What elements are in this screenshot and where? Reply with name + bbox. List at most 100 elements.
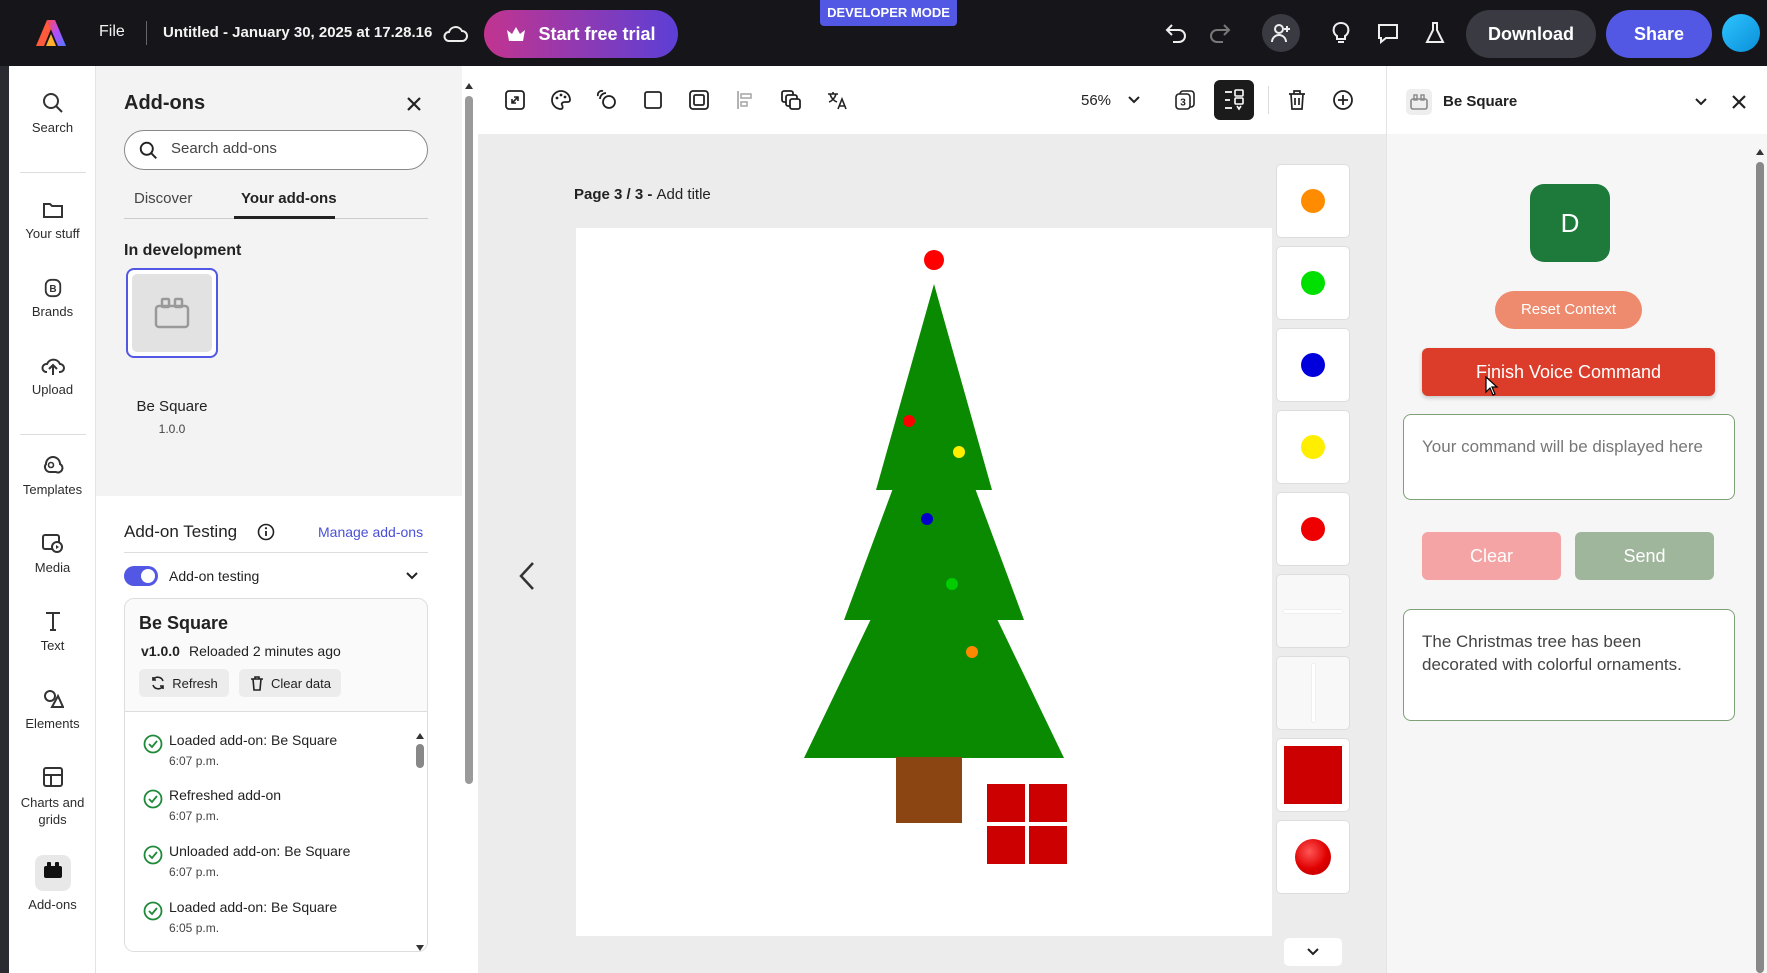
chevron-down-icon[interactable] xyxy=(402,566,422,586)
square-icon[interactable] xyxy=(640,87,666,113)
color-palette-icon[interactable] xyxy=(548,87,574,113)
tab-your-add-ons[interactable]: Your add-ons xyxy=(241,190,337,207)
check-circle-icon xyxy=(143,734,163,754)
divider xyxy=(20,172,86,173)
rail-item-media[interactable]: Media xyxy=(9,532,96,575)
rail-item-text[interactable]: Text xyxy=(9,610,96,653)
tree-top-ornament[interactable] xyxy=(924,250,944,270)
command-placeholder: Your command will be displayed here xyxy=(1422,437,1703,456)
scroll-up-icon xyxy=(465,83,473,89)
christmas-tree-artwork[interactable] xyxy=(576,228,1272,936)
rail-item-upload[interactable]: Upload xyxy=(9,356,96,397)
addons-search-input[interactable]: Search add-ons xyxy=(124,130,428,170)
gift-box[interactable] xyxy=(987,784,1067,864)
share-button[interactable]: Share xyxy=(1606,10,1712,58)
add-page-icon[interactable] xyxy=(1330,87,1356,113)
download-button[interactable]: Download xyxy=(1466,10,1596,58)
rail-item-elements[interactable]: Elements xyxy=(9,688,96,731)
avatar[interactable] xyxy=(1722,14,1760,52)
cloud-icon[interactable] xyxy=(441,20,469,48)
panel-scrollbar[interactable] xyxy=(1754,148,1766,973)
clear-data-button[interactable]: Clear data xyxy=(239,669,341,697)
adobe-logo-icon[interactable] xyxy=(34,17,68,49)
panel-scrollbar[interactable] xyxy=(462,66,476,973)
close-icon[interactable] xyxy=(402,92,426,116)
manage-add-ons-link[interactable]: Manage add-ons xyxy=(318,524,423,540)
layers-icon[interactable] xyxy=(778,87,804,113)
addon-testing-toggle[interactable] xyxy=(124,566,158,586)
shape-horizontal-line[interactable] xyxy=(1276,574,1350,648)
ornament[interactable] xyxy=(953,446,965,458)
flask-icon[interactable] xyxy=(1420,18,1450,48)
ornament[interactable] xyxy=(966,646,978,658)
file-menu[interactable]: File xyxy=(99,23,125,41)
lightbulb-icon[interactable] xyxy=(1326,18,1356,48)
rail-item-search[interactable]: Search xyxy=(9,92,96,135)
refresh-label: Refresh xyxy=(172,675,218,691)
addon-tile-be-square[interactable] xyxy=(126,268,218,358)
rail-item-templates[interactable]: Templates xyxy=(9,454,96,497)
scroll-up-icon xyxy=(1756,149,1764,155)
undo-icon[interactable] xyxy=(1160,18,1190,48)
rail-item-charts-and-grids[interactable]: Charts and grids xyxy=(9,766,96,828)
refresh-button[interactable]: Refresh xyxy=(139,669,229,697)
tab-discover[interactable]: Discover xyxy=(134,190,192,207)
frame-icon[interactable] xyxy=(686,87,712,113)
scrollbar-thumb[interactable] xyxy=(465,96,473,784)
rail-item-your-stuff[interactable]: Your stuff xyxy=(9,200,96,241)
align-icon[interactable] xyxy=(732,87,758,113)
rail-item-add-ons[interactable]: Add-ons xyxy=(9,855,96,912)
previous-page-icon[interactable] xyxy=(512,558,542,594)
add-title-link[interactable]: Add title xyxy=(657,186,711,203)
log-scrollbar[interactable] xyxy=(415,732,425,951)
shape-red-sphere[interactable] xyxy=(1276,820,1350,894)
chevron-down-icon[interactable] xyxy=(1691,92,1711,112)
shape-vertical-line[interactable] xyxy=(1276,656,1350,730)
avatar: D xyxy=(1530,184,1610,262)
tree-tier-bottom[interactable] xyxy=(804,488,1064,758)
close-icon[interactable] xyxy=(1727,90,1751,114)
finish-voice-command-button[interactable]: Finish Voice Command xyxy=(1422,348,1715,396)
layout-adjust-icon[interactable] xyxy=(1214,80,1254,120)
document-title[interactable]: Untitled - January 30, 2025 at 17.28.16 xyxy=(163,24,432,41)
check-circle-icon xyxy=(143,845,163,865)
delete-icon[interactable] xyxy=(1284,87,1310,113)
swatch-green[interactable] xyxy=(1276,246,1350,320)
swatch-blue[interactable] xyxy=(1276,328,1350,402)
design-page[interactable] xyxy=(576,228,1272,936)
rail-label-templates: Templates xyxy=(22,482,83,497)
zoom-level[interactable]: 56% xyxy=(1081,92,1111,109)
scrollbar-thumb[interactable] xyxy=(416,744,424,768)
resize-icon[interactable] xyxy=(502,87,528,113)
translate-icon[interactable] xyxy=(824,87,850,113)
command-display-field[interactable]: Your command will be displayed here xyxy=(1403,414,1735,500)
chevron-down-icon[interactable] xyxy=(1126,92,1142,108)
reset-context-button[interactable]: Reset Context xyxy=(1495,291,1642,329)
ornament[interactable] xyxy=(946,578,958,590)
info-icon[interactable] xyxy=(256,522,276,542)
send-button[interactable]: Send xyxy=(1575,532,1714,580)
swatch-red[interactable] xyxy=(1276,492,1350,566)
addon-card-name: Be Square xyxy=(139,613,229,633)
ornament[interactable] xyxy=(921,513,933,525)
start-free-trial-button[interactable]: Start free trial xyxy=(484,10,678,58)
panel-title: Be Square xyxy=(1443,93,1518,110)
response-field[interactable]: The Christmas tree has been decorated wi… xyxy=(1403,609,1735,721)
canvas-area: Page 3 / 3 - Add title xyxy=(478,134,1386,973)
invite-user-icon[interactable] xyxy=(1262,14,1300,52)
rail-item-brands[interactable]: B Brands xyxy=(9,278,96,319)
pages-icon[interactable]: 3 xyxy=(1172,87,1198,113)
tree-trunk[interactable] xyxy=(896,757,962,823)
clear-button[interactable]: Clear xyxy=(1422,532,1561,580)
swatch-yellow[interactable] xyxy=(1276,410,1350,484)
ornament[interactable] xyxy=(903,415,915,427)
comment-icon[interactable] xyxy=(1373,18,1403,48)
shape-red-square[interactable] xyxy=(1276,738,1350,812)
redo-icon[interactable] xyxy=(1206,18,1236,48)
rail-label-charts-and-grids: Charts and grids xyxy=(20,795,85,827)
scrollbar-thumb[interactable] xyxy=(1756,162,1764,973)
animate-icon[interactable] xyxy=(594,87,620,113)
more-swatches-button[interactable] xyxy=(1284,938,1342,966)
section-title-in-development: In development xyxy=(124,242,242,259)
swatch-orange[interactable] xyxy=(1276,164,1350,238)
